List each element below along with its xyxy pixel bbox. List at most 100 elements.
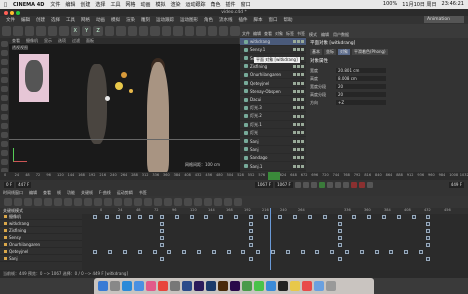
- rotate-icon[interactable]: [59, 26, 69, 36]
- visibility-dot-icon[interactable]: [293, 156, 296, 160]
- trash-icon[interactable]: [326, 281, 336, 291]
- keyframe[interactable]: [367, 215, 372, 219]
- close-window-button[interactable]: [4, 10, 8, 15]
- render-dot-icon[interactable]: [297, 139, 300, 143]
- keyframe[interactable]: [152, 250, 157, 254]
- menubar-item[interactable]: 角色: [211, 1, 221, 8]
- menubar-item[interactable]: 选择: [95, 1, 105, 8]
- notes-icon[interactable]: [290, 281, 300, 291]
- attribute-tab[interactable]: 编辑: [321, 32, 329, 38]
- wechat-icon[interactable]: [254, 281, 264, 291]
- track-row[interactable]: Onurhilangaren: [0, 242, 82, 248]
- aftereffects-icon[interactable]: [194, 281, 204, 291]
- keyframe[interactable]: [374, 250, 379, 254]
- light-sphere[interactable]: [129, 89, 133, 93]
- track-row[interactable]: Zisfining: [0, 228, 82, 234]
- launchpad-icon[interactable]: [110, 281, 120, 291]
- motion-mode-icon[interactable]: [24, 198, 32, 206]
- attribute-subtab[interactable]: 平滑着色(Phong): [352, 49, 388, 55]
- key-mode-icon[interactable]: [4, 198, 12, 206]
- render-dot-icon[interactable]: [297, 123, 300, 126]
- next-frame-button[interactable]: [326, 181, 333, 188]
- material-tag-icon[interactable]: [301, 156, 304, 160]
- attribute-value[interactable]: 8.008 cm: [336, 76, 386, 81]
- c4d-menu-item[interactable]: 渲染: [126, 17, 135, 23]
- object-row[interactable]: 灯光.2: [240, 113, 306, 121]
- keyframe[interactable]: [315, 250, 320, 254]
- solo-icon[interactable]: [1, 122, 8, 129]
- redo-icon[interactable]: [13, 26, 23, 36]
- keyframe[interactable]: [160, 236, 164, 240]
- camera-icon[interactable]: [219, 26, 229, 36]
- keyframe[interactable]: [104, 215, 109, 219]
- light-sphere[interactable]: [105, 96, 110, 101]
- illustrator-icon[interactable]: [218, 281, 228, 291]
- minimize-window-button[interactable]: [10, 10, 14, 15]
- person-figure[interactable]: [147, 62, 169, 172]
- render-dot-icon[interactable]: [297, 64, 300, 68]
- keyframe[interactable]: [426, 229, 431, 233]
- app-menu[interactable]: CINEMA 4D: [13, 2, 44, 8]
- visibility-dot-icon[interactable]: [293, 89, 296, 93]
- chrome-icon[interactable]: [242, 281, 252, 291]
- c4d-menu-item[interactable]: 文件: [6, 17, 15, 23]
- object-menu-item[interactable]: 编辑: [253, 31, 261, 37]
- keyframe[interactable]: [345, 250, 349, 254]
- keyframe[interactable]: [382, 215, 386, 219]
- texture-mode-icon[interactable]: [1, 77, 8, 84]
- keyframe[interactable]: [293, 215, 298, 219]
- object-row[interactable]: Sanj.1: [240, 163, 306, 171]
- menubar-item[interactable]: 工具: [110, 1, 120, 8]
- material-tag-icon[interactable]: [301, 56, 304, 60]
- snap-icon[interactable]: [1, 95, 8, 102]
- keyframe[interactable]: [93, 215, 98, 219]
- goto-end-button[interactable]: [342, 181, 349, 188]
- keyframe[interactable]: [308, 215, 312, 219]
- grid-icon[interactable]: [1, 131, 8, 138]
- keyframe[interactable]: [167, 250, 172, 254]
- keyframe[interactable]: [248, 236, 253, 240]
- object-row[interactable]: Qeteyjnel: [240, 80, 306, 88]
- play-button[interactable]: [318, 181, 325, 188]
- dopesheet-menu-item[interactable]: 关键帧: [81, 190, 93, 196]
- ease-both-icon[interactable]: [104, 198, 112, 206]
- visibility-dot-icon[interactable]: [293, 131, 296, 135]
- object-row[interactable]: 灯光: [240, 129, 306, 138]
- object-menu-item[interactable]: 标签: [286, 31, 294, 37]
- c4d-menu-item[interactable]: 插件: [239, 17, 248, 23]
- prev-frame-button[interactable]: [310, 181, 317, 188]
- attribute-value[interactable]: 20: [336, 84, 386, 89]
- keyframe[interactable]: [197, 250, 201, 254]
- material-tag-icon[interactable]: [301, 164, 304, 168]
- keyframe[interactable]: [426, 243, 431, 247]
- render-region-icon[interactable]: [116, 26, 126, 36]
- cube-icon[interactable]: [150, 26, 160, 36]
- start-frame-field[interactable]: 0 F: [4, 181, 15, 188]
- menubar-item[interactable]: 动画: [140, 1, 150, 8]
- material-tag-icon[interactable]: [301, 139, 304, 143]
- coord-icon[interactable]: [104, 26, 115, 36]
- record-pla-icon[interactable]: [234, 198, 242, 206]
- track-row[interactable]: 摄像机: [0, 214, 82, 220]
- mail-icon[interactable]: [134, 281, 144, 291]
- c4d-menu-item[interactable]: 窗口: [269, 17, 278, 23]
- end-frame-field[interactable]: 1067 F: [255, 181, 274, 188]
- keyframe[interactable]: [219, 215, 224, 219]
- terminal-icon[interactable]: [278, 281, 288, 291]
- keyframe[interactable]: [248, 222, 253, 226]
- keyframe[interactable]: [337, 215, 342, 219]
- auto-tangent-icon[interactable]: [154, 198, 162, 206]
- axis-mode-icon[interactable]: [1, 86, 8, 93]
- attribute-value[interactable]: +Z: [336, 100, 386, 105]
- visibility-dot-icon[interactable]: [293, 139, 296, 143]
- finder-icon[interactable]: [98, 281, 108, 291]
- c4d-menu-item[interactable]: 运动图形: [180, 17, 198, 23]
- visibility-dot-icon[interactable]: [293, 114, 296, 118]
- keyframe[interactable]: [411, 215, 416, 219]
- material-tag-icon[interactable]: [301, 73, 304, 77]
- keyframe[interactable]: [248, 215, 253, 219]
- material-tag-icon[interactable]: [301, 64, 304, 68]
- zoom-window-button[interactable]: [16, 10, 20, 15]
- paint-icon[interactable]: [1, 140, 8, 147]
- visibility-dot-icon[interactable]: [293, 164, 296, 168]
